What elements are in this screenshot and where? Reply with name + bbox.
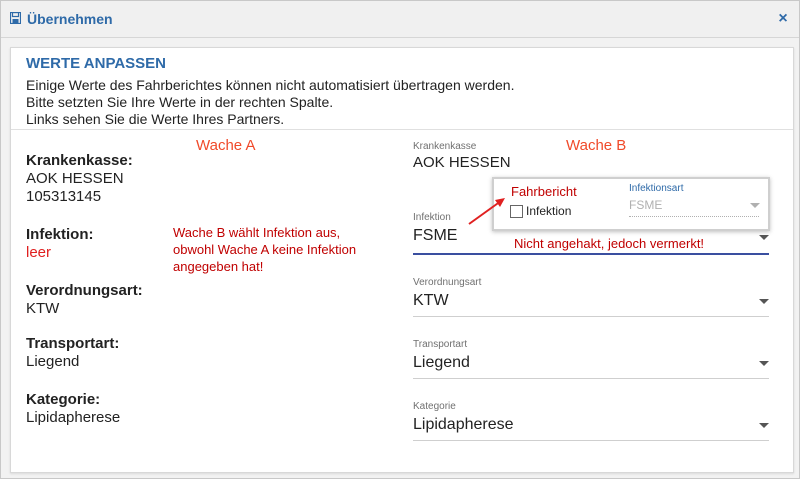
intro-line-3: Links sehen Sie die Werte Ihres Partners…: [26, 111, 285, 127]
save-icon: [10, 12, 21, 24]
dialog-titlebar: Übernehmen ×: [1, 1, 799, 38]
annotation-note-right: Nicht angehakt, jedoch vermerkt!: [514, 236, 705, 251]
right-kategorie-value: Lipidapherese: [413, 416, 514, 433]
left-kategorie: Kategorie: Lipidapherese: [26, 391, 120, 426]
left-verordnungsart-label: Verordnungsart:: [26, 282, 143, 299]
right-transportart-label: Transportart: [413, 339, 468, 350]
intro-line-2: Bitte setzten Sie Ihre Werte in der rech…: [26, 94, 334, 110]
transportart-dropdown-icon: [759, 361, 769, 366]
close-button[interactable]: ×: [775, 10, 791, 28]
left-infektion-value: leer: [26, 244, 52, 261]
dialog-title: Übernehmen: [27, 11, 113, 27]
annotation-wache-a: Wache A: [196, 137, 256, 154]
popup-select-dropdown-icon: [750, 203, 760, 208]
infektion-underline: [413, 253, 769, 255]
intro-line-1: Einige Werte des Fahrberichtes können ni…: [26, 77, 515, 93]
right-verordnungsart-label: Verordnungsart: [413, 277, 482, 288]
left-kategorie-label: Kategorie:: [26, 391, 101, 408]
left-krankenkasse-name: AOK HESSEN: [26, 170, 124, 187]
left-verordnungsart-value: KTW: [26, 300, 60, 317]
card-title: WERTE ANPASSEN: [26, 55, 167, 72]
right-krankenkasse-value: AOK HESSEN: [413, 154, 511, 171]
right-verordnungsart-value: KTW: [413, 292, 449, 309]
dialog-window: Übernehmen × WERTE ANPASSEN Einige Werte…: [0, 0, 800, 479]
left-infektion: Infektion: leer: [26, 226, 94, 261]
card-header: WERTE ANPASSEN Einige Werte des Fahrberi…: [11, 48, 793, 130]
infektion-dropdown-icon: [759, 235, 769, 240]
left-transportart-label: Transportart:: [26, 335, 120, 352]
annotation-note-left: Wache B wählt Infektion aus, obwohl Wach…: [173, 224, 356, 275]
kategorie-dropdown-icon: [759, 423, 769, 428]
popup-select-underline: [629, 216, 759, 218]
fahrbericht-popup: Fahrbericht Infektion Infektionsart FSME: [492, 177, 770, 231]
verordnungsart-dropdown-icon: [759, 299, 769, 304]
right-kategorie-label: Kategorie: [413, 401, 456, 412]
left-transportart-value: Liegend: [26, 353, 80, 370]
left-krankenkasse: Krankenkasse: AOK HESSEN 105313145: [26, 152, 133, 205]
annotation-arrow-icon: [468, 198, 505, 225]
popup-title: Fahrbericht: [511, 184, 577, 199]
left-transportart: Transportart: Liegend: [26, 335, 119, 370]
verordnungsart-select[interactable]: Verordnungsart KTW: [413, 277, 769, 317]
annotation-note-left-line-2: obwohl Wache A keine Infektion: [173, 242, 357, 257]
infektion-checkbox[interactable]: [510, 205, 523, 218]
transportart-underline: [413, 378, 769, 379]
adjust-values-card: WERTE ANPASSEN Einige Werte des Fahrberi…: [10, 47, 794, 473]
annotation-note-left-line-1: Wache B wählt Infektion aus,: [173, 225, 341, 240]
left-krankenkasse-label: Krankenkasse:: [26, 152, 133, 169]
popup-select-label: Infektionsart: [629, 183, 684, 194]
kategorie-select[interactable]: Kategorie Lipidapherese: [413, 401, 769, 441]
right-krankenkasse-label: Krankenkasse: [413, 141, 477, 152]
transportart-select[interactable]: Transportart Liegend: [413, 339, 769, 379]
kategorie-underline: [413, 440, 769, 441]
left-krankenkasse-number: 105313145: [26, 188, 102, 205]
right-transportart-value: Liegend: [413, 354, 470, 371]
left-kategorie-value: Lipidapherese: [26, 409, 121, 426]
right-krankenkasse-field: Krankenkasse AOK HESSEN: [413, 141, 769, 171]
annotation-note-left-line-3: angegeben hat!: [173, 259, 264, 274]
verordnungsart-underline: [413, 316, 769, 317]
popup-select-value: FSME: [629, 198, 663, 212]
left-infektion-label: Infektion:: [26, 226, 94, 243]
popup-checkbox-label: Infektion: [526, 204, 572, 218]
left-verordnungsart: Verordnungsart: KTW: [26, 282, 143, 317]
